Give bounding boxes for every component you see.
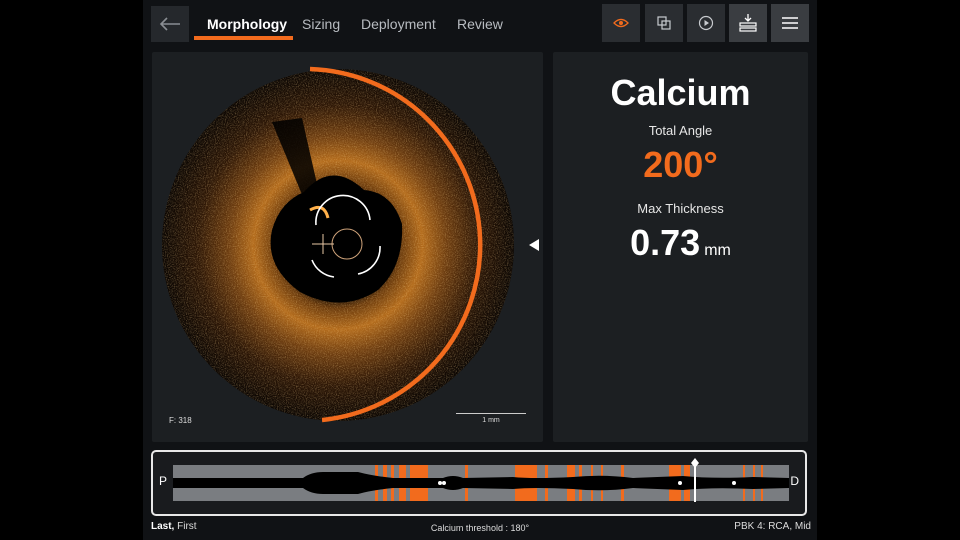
overlay-button[interactable] [645,4,683,42]
frame-number: F: 318 [169,416,192,425]
panel-title: Calcium [610,72,751,113]
max-thickness-label: Max Thickness [637,201,724,216]
measurement-panel: Calcium Total Angle 200° Max Thickness 0… [553,52,808,442]
export-button[interactable] [729,4,767,42]
vessel-info: PBK 4: RCA, Mid [734,521,811,532]
back-button[interactable] [151,6,189,42]
scale-bar [456,413,526,414]
side-branch-marker [442,481,446,485]
side-branch-marker [732,481,736,485]
arc-pointer[interactable] [529,239,539,251]
scale-label: 1 mm [482,417,500,424]
side-branch-marker [678,481,682,485]
total-angle-label: Total Angle [648,123,713,138]
top-bar: Morphology Sizing Deployment Review [143,0,817,48]
menu-button[interactable] [771,4,809,42]
longitudinal-track [173,458,789,502]
layers-icon [657,16,671,30]
longitudinal-view[interactable]: P D [151,450,807,516]
export-icon [739,14,757,32]
play-button[interactable] [687,4,725,42]
oct-image-panel[interactable]: F: 318 1 mm [152,52,543,442]
calcium-threshold: Calcium threshold : 180° [430,523,530,533]
total-angle-value: 200° [643,144,718,185]
tab-morphology[interactable]: Morphology [207,16,287,32]
oct-cross-section [162,66,539,423]
view-toggle-button[interactable] [602,4,640,42]
eye-icon [613,18,629,28]
tab-sizing[interactable]: Sizing [302,16,340,32]
active-tab-indicator [194,36,293,40]
side-branch-marker [438,481,442,485]
play-icon [698,15,714,31]
app-window: Morphology Sizing Deployment Review F: 3… [143,0,817,540]
back-arrow-icon [159,17,180,31]
tab-review[interactable]: Review [457,16,503,32]
max-thickness-unit: mm [704,242,731,259]
max-thickness: 0.73 mm [553,222,808,264]
tab-deployment[interactable]: Deployment [361,16,436,32]
max-thickness-value: 0.73 [630,222,701,263]
menu-icon [782,17,798,29]
